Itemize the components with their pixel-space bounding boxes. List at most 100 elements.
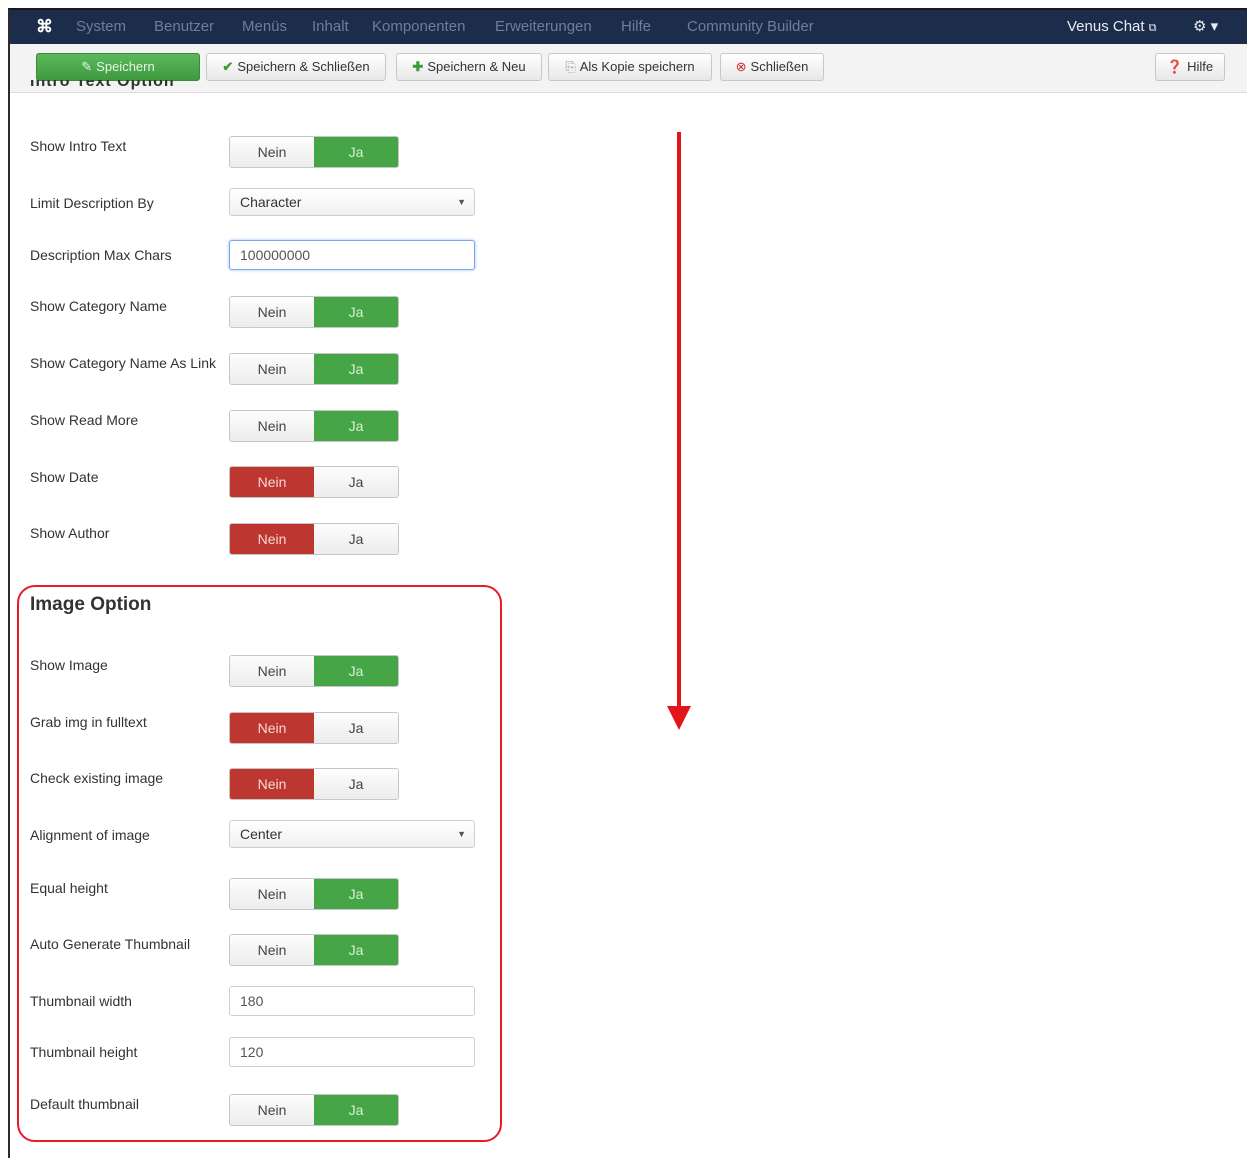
field-label-show-category-name-as-link: Show Category Name As Link <box>30 355 216 371</box>
field-label-default-thumbnail: Default thumbnail <box>30 1096 139 1112</box>
select-value: Character <box>240 194 302 210</box>
toggle-show-author[interactable]: Nein Ja <box>229 523 399 555</box>
gear-icon: ⚙ <box>1193 18 1207 35</box>
select-alignment-of-image[interactable]: Center ▼ <box>229 820 475 848</box>
save-button-label: Speichern <box>96 59 155 74</box>
toggle-option-ja[interactable]: Ja <box>314 1095 398 1125</box>
menu-inhalt[interactable]: Inhalt <box>312 10 349 44</box>
edit-icon: ✎ <box>81 59 93 74</box>
toggle-option-ja[interactable]: Ja <box>314 935 398 965</box>
toggle-equal-height[interactable]: Nein Ja <box>229 878 399 910</box>
menu-komponenten[interactable]: Komponenten <box>372 10 465 44</box>
toggle-option-ja[interactable]: Ja <box>314 411 398 441</box>
caret-down-icon: ▾ <box>1210 18 1219 35</box>
toggle-show-category-name[interactable]: Nein Ja <box>229 296 399 328</box>
toggle-option-nein[interactable]: Nein <box>230 935 314 965</box>
field-label-thumbnail-height: Thumbnail height <box>30 1044 138 1060</box>
toggle-option-nein[interactable]: Nein <box>230 137 314 167</box>
field-label-limit-description-by: Limit Description By <box>30 195 154 211</box>
field-label-auto-generate-thumbnail: Auto Generate Thumbnail <box>30 936 191 952</box>
joomla-logo-icon[interactable]: ⌘ <box>36 18 54 36</box>
toggle-option-ja[interactable]: Ja <box>314 769 398 799</box>
settings-menu[interactable]: ⚙ ▾ <box>1193 10 1218 44</box>
toggle-option-nein[interactable]: Nein <box>230 411 314 441</box>
toggle-option-nein[interactable]: Nein <box>230 656 314 686</box>
toggle-auto-generate-thumbnail[interactable]: Nein Ja <box>229 934 399 966</box>
section-heading-intro-text: Intro Text Option <box>30 80 200 92</box>
arrow-down-icon <box>667 706 691 730</box>
select-value: Center <box>240 826 283 842</box>
toggle-option-ja[interactable]: Ja <box>314 713 398 743</box>
toggle-check-existing-image[interactable]: Nein Ja <box>229 768 399 800</box>
input-description-max-chars[interactable]: 100000000 <box>229 240 475 270</box>
save-new-button[interactable]: ✚ Speichern & Neu <box>396 53 542 81</box>
toggle-option-ja[interactable]: Ja <box>314 137 398 167</box>
save-new-button-label: Speichern & Neu <box>427 59 526 74</box>
help-button[interactable]: ❓ Hilfe <box>1155 53 1225 81</box>
menu-erweiterungen[interactable]: Erweiterungen <box>495 10 592 44</box>
toggle-show-intro-text[interactable]: Nein Ja <box>229 136 399 168</box>
save-copy-button-label: Als Kopie speichern <box>579 59 695 74</box>
plus-icon: ✚ <box>412 59 424 74</box>
toggle-option-ja[interactable]: Ja <box>314 879 398 909</box>
toggle-option-nein[interactable]: Nein <box>230 354 314 384</box>
toggle-option-nein[interactable]: Nein <box>230 467 314 497</box>
site-link[interactable]: Venus Chat ⧉ <box>1067 10 1156 44</box>
caret-down-icon: ▼ <box>457 197 466 207</box>
question-circle-icon: ❓ <box>1166 59 1184 74</box>
toggle-option-nein[interactable]: Nein <box>230 769 314 799</box>
close-button-label: Schließen <box>750 59 809 74</box>
external-link-icon: ⧉ <box>1148 22 1157 34</box>
toggle-option-ja[interactable]: Ja <box>314 524 398 554</box>
save-close-button[interactable]: ✔ Speichern & Schließen <box>206 53 386 81</box>
field-label-grab-img-in-fulltext: Grab img in fulltext <box>30 714 147 730</box>
field-label-show-read-more: Show Read More <box>30 412 139 428</box>
toggle-option-nein[interactable]: Nein <box>230 713 314 743</box>
menu-hilfe[interactable]: Hilfe <box>621 10 651 44</box>
toggle-option-ja[interactable]: Ja <box>314 297 398 327</box>
help-button-label: Hilfe <box>1187 59 1214 74</box>
close-button[interactable]: ⊗ Schließen <box>720 53 824 81</box>
input-thumbnail-height[interactable]: 120 <box>229 1037 475 1067</box>
field-label-show-date: Show Date <box>30 469 99 485</box>
section-heading-intro-text-label: Intro Text Option <box>30 80 175 90</box>
menu-community-builder[interactable]: Community Builder <box>687 10 814 44</box>
field-label-show-image: Show Image <box>30 657 108 673</box>
section-heading-image-option: Image Option <box>30 594 152 615</box>
close-circle-icon: ⊗ <box>735 59 747 74</box>
field-label-equal-height: Equal height <box>30 880 108 896</box>
toggle-option-ja[interactable]: Ja <box>314 656 398 686</box>
save-button[interactable]: ✎ Speichern <box>36 53 200 81</box>
check-icon: ✔ <box>222 59 234 74</box>
toggle-option-nein[interactable]: Nein <box>230 524 314 554</box>
toggle-option-nein[interactable]: Nein <box>230 297 314 327</box>
copy-icon: ⎘ <box>565 59 576 74</box>
toggle-show-image[interactable]: Nein Ja <box>229 655 399 687</box>
window-left-border <box>8 9 10 1158</box>
field-label-check-existing-image: Check existing image <box>30 770 164 786</box>
field-label-show-author: Show Author <box>30 525 110 541</box>
field-label-show-intro-text: Show Intro Text <box>30 138 127 154</box>
field-label-thumbnail-width: Thumbnail width <box>30 993 132 1009</box>
input-thumbnail-width[interactable]: 180 <box>229 986 475 1016</box>
save-copy-button[interactable]: ⎘ Als Kopie speichern <box>548 53 712 81</box>
menu-system[interactable]: System <box>76 10 126 44</box>
menu-benutzer[interactable]: Benutzer <box>154 10 214 44</box>
save-close-button-label: Speichern & Schließen <box>237 59 370 74</box>
toggle-show-read-more[interactable]: Nein Ja <box>229 410 399 442</box>
field-label-show-category-name: Show Category Name <box>30 298 167 314</box>
toggle-show-category-name-as-link[interactable]: Nein Ja <box>229 353 399 385</box>
toggle-grab-img-in-fulltext[interactable]: Nein Ja <box>229 712 399 744</box>
annotation-arrow-shaft <box>677 132 681 712</box>
toggle-option-ja[interactable]: Ja <box>314 467 398 497</box>
toggle-option-nein[interactable]: Nein <box>230 1095 314 1125</box>
select-limit-description-by[interactable]: Character ▼ <box>229 188 475 216</box>
toggle-show-date[interactable]: Nein Ja <box>229 466 399 498</box>
toggle-option-ja[interactable]: Ja <box>314 354 398 384</box>
field-label-description-max-chars: Description Max Chars <box>30 247 172 263</box>
admin-navbar: ⌘ System Benutzer Menüs Inhalt Komponent… <box>10 10 1247 44</box>
caret-down-icon: ▼ <box>457 829 466 839</box>
toggle-default-thumbnail[interactable]: Nein Ja <box>229 1094 399 1126</box>
toggle-option-nein[interactable]: Nein <box>230 879 314 909</box>
menu-menus[interactable]: Menüs <box>242 10 287 44</box>
